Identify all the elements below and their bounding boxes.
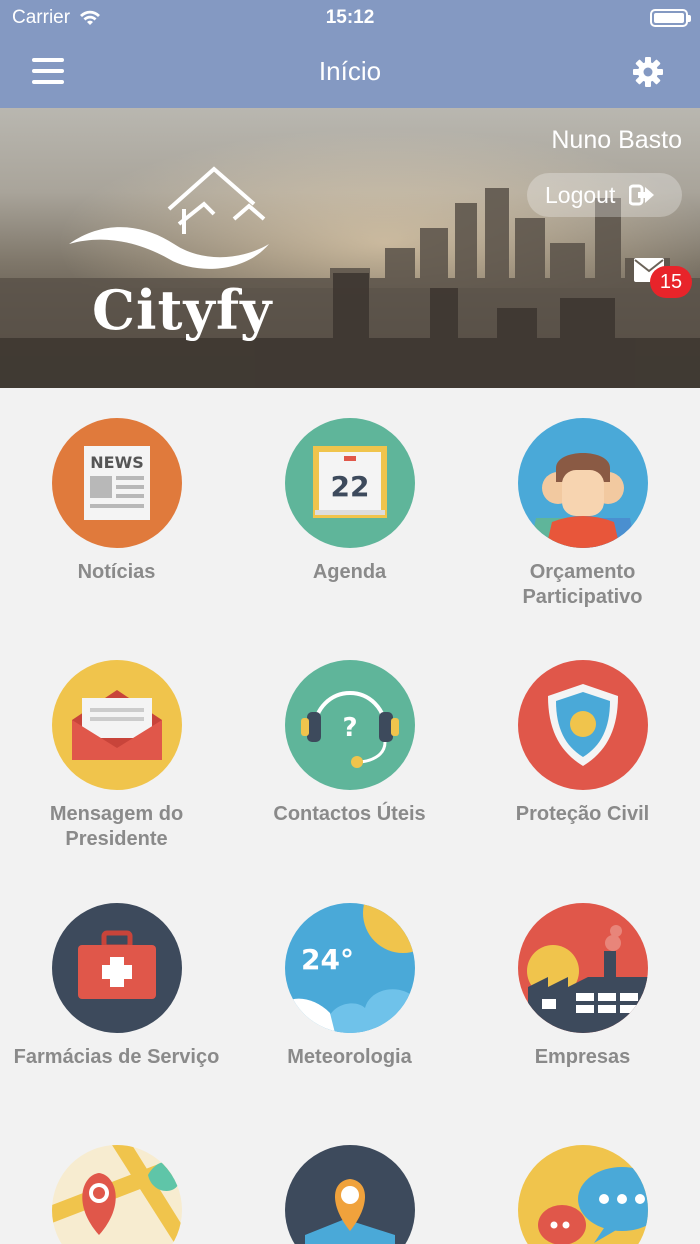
battery-icon <box>650 9 691 27</box>
nav-bar: Início <box>0 38 700 108</box>
tile-label: Orçamento Participativo <box>522 561 643 608</box>
tile-noticias[interactable]: NEWS Notícias <box>0 418 233 585</box>
calendar-icon: 22 <box>284 418 415 548</box>
headset-icon: ? <box>284 660 415 790</box>
location-pin-icon <box>284 1145 415 1244</box>
mail-count-badge: 15 <box>650 266 692 298</box>
status-bar: Carrier 15:12 <box>0 0 700 38</box>
clock: 15:12 <box>325 7 375 28</box>
tile-empresas[interactable]: Empresas <box>466 903 699 1070</box>
page-title: Início <box>318 56 382 86</box>
temperature: 24° <box>301 943 354 976</box>
logout-label: Logout <box>545 181 616 208</box>
tile-chat[interactable] <box>466 1145 699 1244</box>
weather-icon: 24° <box>284 903 415 1033</box>
people-icon <box>517 418 648 548</box>
tile-label: Proteção Civil <box>515 803 650 825</box>
top-bar: Carrier 15:12 Início <box>0 0 700 108</box>
calendar-day: 22 <box>330 470 369 503</box>
tile-meteorologia[interactable]: 24° Meteorologia <box>233 903 466 1070</box>
tile-farmacias-de-servico[interactable]: Farmácias de Serviço <box>0 903 233 1070</box>
first-aid-kit-icon <box>51 903 182 1033</box>
envelope-icon <box>51 660 182 790</box>
tile-map[interactable] <box>0 1145 233 1244</box>
gear-icon[interactable] <box>632 56 664 88</box>
hero-banner: Cityfy Nuno Basto Logout 15 <box>0 108 700 388</box>
svg-text:NEWS: NEWS <box>90 453 144 472</box>
tile-label: Contactos Úteis <box>273 803 426 825</box>
tile-contactos-uteis[interactable]: ? Contactos Úteis <box>233 660 466 827</box>
tile-label: Agenda <box>312 561 387 583</box>
tile-label: Meteorologia <box>287 1046 412 1068</box>
tile-mensagem-do-presidente[interactable]: Mensagem do Presidente <box>0 660 233 852</box>
newspaper-icon: NEWS <box>51 418 182 548</box>
tile-label: Mensagem do Presidente <box>49 803 184 850</box>
question-mark: ? <box>342 713 357 743</box>
tile-protecao-civil[interactable]: Proteção Civil <box>466 660 699 827</box>
tile-location[interactable] <box>233 1145 466 1244</box>
logout-button[interactable]: Logout <box>527 173 682 217</box>
logo-text: Cityfy <box>92 278 273 342</box>
chat-bubbles-icon <box>517 1145 648 1244</box>
tile-label: Notícias <box>77 561 156 583</box>
tile-label: Empresas <box>534 1046 631 1068</box>
tile-agenda[interactable]: 22 Agenda <box>233 418 466 585</box>
logout-icon <box>629 184 655 206</box>
shield-icon <box>517 660 648 790</box>
map-icon <box>51 1145 182 1244</box>
tile-label: Farmácias de Serviço <box>13 1046 220 1068</box>
user-name: Nuno Basto <box>551 126 682 154</box>
factory-icon <box>517 903 648 1033</box>
tile-orcamento-participativo[interactable]: Orçamento Participativo <box>466 418 699 610</box>
